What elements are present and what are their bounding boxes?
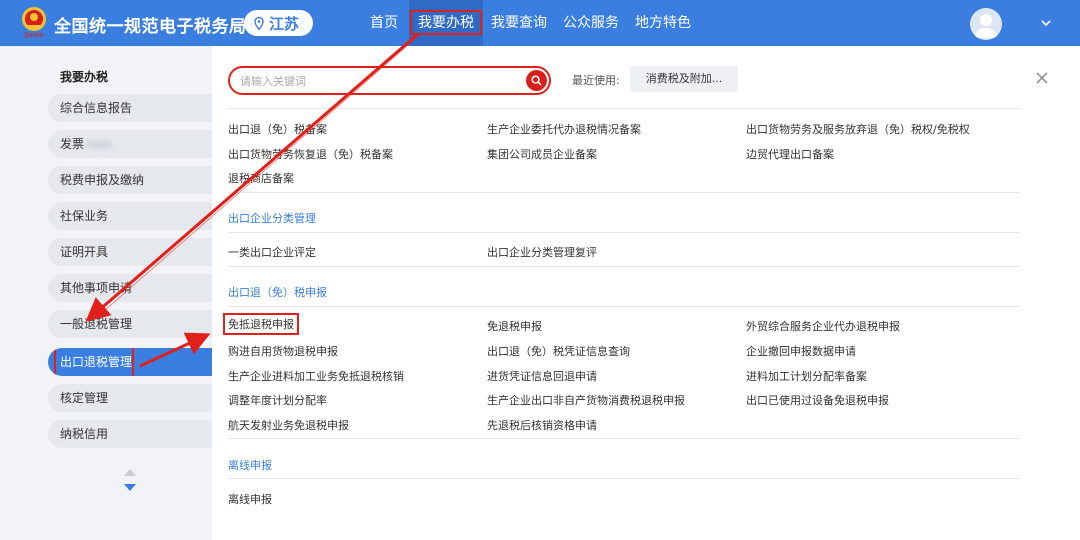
section-title-declaration: 出口退（免）税申报	[228, 286, 327, 299]
menu-link[interactable]: 免退税申报	[487, 318, 542, 334]
section-title-classification: 出口企业分类管理	[228, 212, 316, 225]
sidebar-item-export-refund[interactable]: 出口退税管理	[48, 348, 212, 376]
sidebar-item-tax-credit[interactable]: 纳税信用	[48, 420, 212, 448]
divider	[228, 306, 1020, 307]
sidebar-item-label: 社保业务	[60, 209, 109, 223]
sidebar-item-label: 一般退税管理	[60, 317, 133, 331]
divider	[228, 192, 1020, 193]
sidebar-item-label: 发票	[60, 137, 85, 151]
menu-link[interactable]: 一类出口企业评定	[228, 244, 316, 260]
sidebar-title: 我要办税	[60, 70, 109, 84]
menu-link-highlighted[interactable]: 免抵退税申报	[223, 313, 299, 335]
menu-link[interactable]: 出口已使用过设备免退税申报	[746, 392, 889, 408]
nav-home[interactable]: 首页	[370, 0, 398, 46]
nav-local-features[interactable]: 地方特色	[635, 0, 691, 46]
nav-public-service[interactable]: 公众服务	[563, 0, 619, 46]
top-navigation-bar: 国家税务 全国统一规范电子税务局 江苏 首页 我要办税 我要查询 公众服务 地方…	[0, 0, 1080, 46]
sidebar-item-assessment[interactable]: 核定管理	[48, 384, 212, 412]
sidebar-item-tax-declaration[interactable]: 税费申报及缴纳	[48, 166, 212, 194]
recent-item-button[interactable]: 消费税及附加...	[630, 66, 738, 92]
divider	[228, 266, 1020, 267]
sidebar-item-label: 税费申报及缴纳	[60, 173, 145, 187]
region-label: 江苏	[269, 14, 300, 33]
menu-link[interactable]: 出口货物劳务恢复退（免）税备案	[228, 146, 393, 162]
menu-link[interactable]: 出口企业分类管理复评	[487, 244, 597, 260]
menu-link[interactable]: 集团公司成员企业备案	[487, 146, 597, 162]
menu-panel: 最近使用: 消费税及附加... 出口退（免）税备案 生产企业委托代办退税情况备案…	[212, 46, 1080, 540]
scroll-arrows-icon[interactable]	[122, 468, 138, 492]
menu-link[interactable]: 出口退（免）税凭证信息查询	[487, 343, 630, 359]
sidebar-item-social-insurance[interactable]: 社保业务	[48, 202, 212, 230]
menu-link[interactable]: 先退税后核销资格申请	[487, 417, 597, 433]
emblem-caption: 国家税务	[24, 32, 44, 39]
menu-link[interactable]: 购进自用货物退税申报	[228, 343, 338, 359]
section-title-offline: 离线申报	[228, 459, 272, 472]
divider	[228, 438, 1020, 439]
menu-link[interactable]: 进货凭证信息回退申请	[487, 368, 597, 384]
menu-link[interactable]: 航天发射业务免退税申报	[228, 417, 349, 433]
sidebar-item-label: 其他事项申请	[60, 281, 133, 295]
divider	[228, 478, 1020, 479]
sidebar-item-certificate[interactable]: 证明开具	[48, 238, 212, 266]
menu-link[interactable]: 生产企业出口非自产货物消费税退税申报	[487, 392, 685, 408]
sidebar-item-label: 综合信息报告	[60, 101, 133, 115]
menu-link[interactable]: 边贸代理出口备案	[746, 146, 834, 162]
menu-link[interactable]: 企业撤回申报数据申请	[746, 343, 856, 359]
search-box	[228, 66, 551, 95]
sidebar-item-label: 证明开具	[60, 245, 109, 259]
divider	[228, 232, 1020, 233]
location-pin-icon	[254, 16, 264, 30]
nav-query[interactable]: 我要查询	[491, 0, 547, 46]
sidebar-item-label: 纳税信用	[60, 427, 109, 441]
menu-link[interactable]: 调整年度计划分配率	[228, 392, 327, 408]
divider	[228, 108, 1020, 109]
menu-link[interactable]: 出口货物劳务及服务放弃退（免）税权/免税权	[746, 121, 970, 137]
sidebar-item-info-report[interactable]: 综合信息报告	[48, 94, 212, 122]
search-input[interactable]	[240, 72, 520, 90]
menu-link[interactable]: 离线申报	[228, 491, 272, 507]
nav-handle-tax[interactable]: 我要办税	[409, 0, 483, 46]
sidebar: 我要办税 综合信息报告 发票 税费申报及缴纳 社保业务 证明开具 其他事项申请 …	[0, 46, 212, 540]
menu-link[interactable]: 生产企业委托代办退税情况备案	[487, 121, 641, 137]
menu-link[interactable]: 进料加工计划分配率备案	[746, 368, 867, 384]
highlight-box	[54, 348, 134, 376]
chevron-down-icon[interactable]	[1040, 17, 1052, 29]
blurred-text	[86, 140, 113, 149]
menu-link[interactable]: 生产企业进料加工业务免抵退税核销	[228, 368, 404, 384]
sidebar-item-label: 核定管理	[60, 391, 109, 405]
sidebar-item-invoice[interactable]: 发票	[48, 130, 212, 158]
menu-link[interactable]: 退税商店备案	[228, 170, 294, 186]
highlight-box	[410, 10, 482, 35]
menu-link[interactable]: 外贸综合服务企业代办退税申报	[746, 318, 900, 334]
national-emblem-icon: 国家税务	[22, 7, 46, 39]
sidebar-item-general-refund[interactable]: 一般退税管理	[48, 310, 212, 338]
close-icon[interactable]	[1036, 72, 1048, 84]
search-button[interactable]	[526, 70, 547, 91]
site-title: 全国统一规范电子税务局	[54, 17, 247, 37]
user-avatar-icon[interactable]	[970, 8, 1002, 40]
menu-link[interactable]: 出口退（免）税备案	[228, 121, 327, 137]
recent-label: 最近使用:	[572, 74, 620, 87]
search-icon	[531, 75, 542, 86]
region-selector[interactable]: 江苏	[244, 10, 313, 36]
sidebar-item-other-applications[interactable]: 其他事项申请	[48, 274, 212, 302]
